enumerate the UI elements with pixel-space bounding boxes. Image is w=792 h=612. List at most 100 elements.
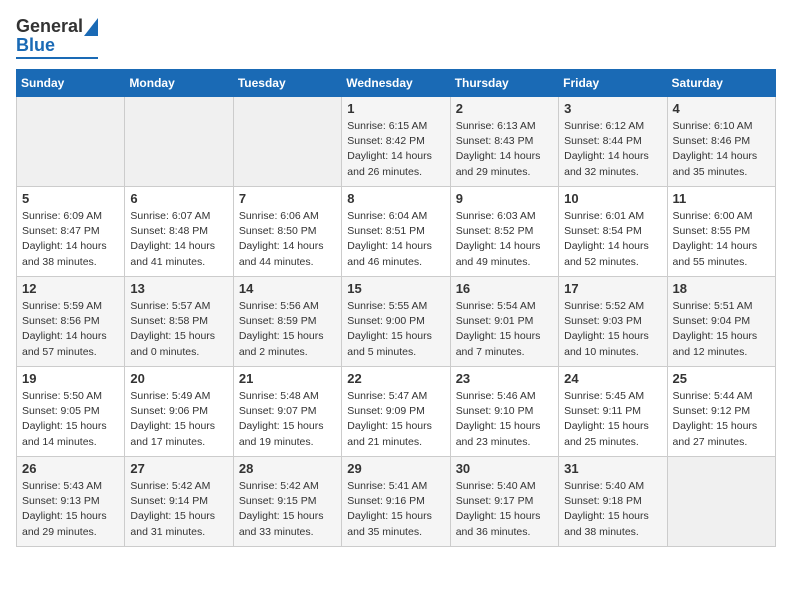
calendar-cell: 13Sunrise: 5:57 AMSunset: 8:58 PMDayligh…: [125, 277, 233, 367]
day-number: 11: [673, 191, 770, 206]
calendar-cell: 16 Sunrise: 5:54 AMSunset: 9:01 PMDayligh…: [450, 277, 558, 367]
logo-triangle-icon: [84, 18, 98, 36]
calendar-cell: 18 Sunrise: 5:51 AMSunset: 9:04 PMDayligh…: [667, 277, 775, 367]
day-info: Sunrise: 6:12 AMSunset: 8:44 PMDaylight:…: [564, 119, 661, 180]
day-info: Sunrise: 6:13 AMSunset: 8:43 PMDaylight:…: [456, 119, 553, 180]
calendar-cell: 17 Sunrise: 5:52 AMSunset: 9:03 PMDayligh…: [559, 277, 667, 367]
day-number: 17: [564, 281, 661, 296]
calendar-cell: 31 Sunrise: 5:40 AMSunset: 9:18 PMDayligh…: [559, 457, 667, 547]
calendar-header-tuesday: Tuesday: [233, 70, 341, 97]
day-info: Sunrise: 5:47 AMSunset: 9:09 PMDaylight:…: [347, 389, 444, 450]
day-info: Sunrise: 5:45 AMSunset: 9:11 PMDaylight:…: [564, 389, 661, 450]
day-info: Sunrise: 5:50 AMSunset: 9:05 PMDaylight:…: [22, 389, 119, 450]
day-number: 18: [673, 281, 770, 296]
day-info: Sunrise: 5:56 AMSunset: 8:59 PMDaylight:…: [239, 299, 336, 360]
day-info: Sunrise: 6:06 AMSunset: 8:50 PMDaylight:…: [239, 209, 336, 270]
calendar-cell: 23Sunrise: 5:46 AMSunset: 9:10 PMDayligh…: [450, 367, 558, 457]
day-number: 4: [673, 101, 770, 116]
day-number: 22: [347, 371, 444, 386]
day-info: Sunrise: 5:49 AMSunset: 9:06 PMDaylight:…: [130, 389, 227, 450]
calendar-cell: 29 Sunrise: 5:41 AMSunset: 9:16 PMDayligh…: [342, 457, 450, 547]
day-number: 16: [456, 281, 553, 296]
calendar-row: 26Sunrise: 5:43 AMSunset: 9:13 PMDayligh…: [17, 457, 776, 547]
day-number: 13: [130, 281, 227, 296]
calendar-cell: 1 Sunrise: 6:15 AMSunset: 8:42 PMDaylight…: [342, 97, 450, 187]
day-number: 29: [347, 461, 444, 476]
day-number: 24: [564, 371, 661, 386]
calendar-cell: 4 Sunrise: 6:10 AMSunset: 8:46 PMDaylight…: [667, 97, 775, 187]
calendar-cell: 5 Sunrise: 6:09 AMSunset: 8:47 PMDaylight…: [17, 187, 125, 277]
calendar-cell: 8Sunrise: 6:04 AMSunset: 8:51 PMDaylight…: [342, 187, 450, 277]
calendar-cell: [233, 97, 341, 187]
calendar-cell: 28 Sunrise: 5:42 AMSunset: 9:15 PMDayligh…: [233, 457, 341, 547]
day-info: Sunrise: 6:01 AMSunset: 8:54 PMDaylight:…: [564, 209, 661, 270]
calendar-header-wednesday: Wednesday: [342, 70, 450, 97]
calendar-cell: 20 Sunrise: 5:49 AMSunset: 9:06 PMDayligh…: [125, 367, 233, 457]
calendar-row: 5 Sunrise: 6:09 AMSunset: 8:47 PMDaylight…: [17, 187, 776, 277]
logo: General Blue: [16, 16, 98, 59]
day-number: 23: [456, 371, 553, 386]
day-info: Sunrise: 6:07 AMSunset: 8:48 PMDaylight:…: [130, 209, 227, 270]
calendar-table: SundayMondayTuesdayWednesdayThursdayFrid…: [16, 69, 776, 547]
day-number: 21: [239, 371, 336, 386]
day-number: 30: [456, 461, 553, 476]
day-number: 14: [239, 281, 336, 296]
calendar-cell: 11Sunrise: 6:00 AMSunset: 8:55 PMDayligh…: [667, 187, 775, 277]
day-number: 2: [456, 101, 553, 116]
calendar-cell: 15 Sunrise: 5:55 AMSunset: 9:00 PMDayligh…: [342, 277, 450, 367]
calendar-cell: 21 Sunrise: 5:48 AMSunset: 9:07 PMDayligh…: [233, 367, 341, 457]
day-number: 9: [456, 191, 553, 206]
calendar-cell: [667, 457, 775, 547]
day-info: Sunrise: 6:09 AMSunset: 8:47 PMDaylight:…: [22, 209, 119, 270]
day-number: 20: [130, 371, 227, 386]
calendar-header-row: SundayMondayTuesdayWednesdayThursdayFrid…: [17, 70, 776, 97]
calendar-cell: 19 Sunrise: 5:50 AMSunset: 9:05 PMDayligh…: [17, 367, 125, 457]
day-number: 31: [564, 461, 661, 476]
day-info: Sunrise: 5:40 AMSunset: 9:17 PMDaylight:…: [456, 479, 553, 540]
day-info: Sunrise: 5:44 AMSunset: 9:12 PMDaylight:…: [673, 389, 770, 450]
calendar-cell: 26Sunrise: 5:43 AMSunset: 9:13 PMDayligh…: [17, 457, 125, 547]
page-header: General Blue: [16, 16, 776, 59]
logo-separator: [16, 57, 98, 59]
day-info: Sunrise: 5:52 AMSunset: 9:03 PMDaylight:…: [564, 299, 661, 360]
day-number: 26: [22, 461, 119, 476]
day-number: 3: [564, 101, 661, 116]
calendar-cell: 6 Sunrise: 6:07 AMSunset: 8:48 PMDaylight…: [125, 187, 233, 277]
calendar-row: 1 Sunrise: 6:15 AMSunset: 8:42 PMDaylight…: [17, 97, 776, 187]
day-info: Sunrise: 5:41 AMSunset: 9:16 PMDaylight:…: [347, 479, 444, 540]
day-number: 27: [130, 461, 227, 476]
calendar-cell: 24 Sunrise: 5:45 AMSunset: 9:11 PMDayligh…: [559, 367, 667, 457]
calendar-header-friday: Friday: [559, 70, 667, 97]
day-info: Sunrise: 5:40 AMSunset: 9:18 PMDaylight:…: [564, 479, 661, 540]
calendar-cell: 7Sunrise: 6:06 AMSunset: 8:50 PMDaylight…: [233, 187, 341, 277]
calendar-cell: 30 Sunrise: 5:40 AMSunset: 9:17 PMDayligh…: [450, 457, 558, 547]
day-number: 10: [564, 191, 661, 206]
day-info: Sunrise: 5:42 AMSunset: 9:14 PMDaylight:…: [130, 479, 227, 540]
calendar-cell: 12Sunrise: 5:59 AMSunset: 8:56 PMDayligh…: [17, 277, 125, 367]
day-info: Sunrise: 6:04 AMSunset: 8:51 PMDaylight:…: [347, 209, 444, 270]
day-info: Sunrise: 6:10 AMSunset: 8:46 PMDaylight:…: [673, 119, 770, 180]
calendar-cell: 9 Sunrise: 6:03 AMSunset: 8:52 PMDaylight…: [450, 187, 558, 277]
logo-general-text: General: [16, 16, 83, 37]
day-number: 5: [22, 191, 119, 206]
day-info: Sunrise: 6:15 AMSunset: 8:42 PMDaylight:…: [347, 119, 444, 180]
calendar-cell: 2 Sunrise: 6:13 AMSunset: 8:43 PMDaylight…: [450, 97, 558, 187]
calendar-cell: 3 Sunrise: 6:12 AMSunset: 8:44 PMDaylight…: [559, 97, 667, 187]
day-number: 12: [22, 281, 119, 296]
day-info: Sunrise: 5:42 AMSunset: 9:15 PMDaylight:…: [239, 479, 336, 540]
day-info: Sunrise: 6:03 AMSunset: 8:52 PMDaylight:…: [456, 209, 553, 270]
day-number: 15: [347, 281, 444, 296]
day-info: Sunrise: 5:54 AMSunset: 9:01 PMDaylight:…: [456, 299, 553, 360]
day-number: 1: [347, 101, 444, 116]
calendar-cell: 10 Sunrise: 6:01 AMSunset: 8:54 PMDayligh…: [559, 187, 667, 277]
calendar-header-monday: Monday: [125, 70, 233, 97]
calendar-header-sunday: Sunday: [17, 70, 125, 97]
calendar-header-saturday: Saturday: [667, 70, 775, 97]
day-info: Sunrise: 5:55 AMSunset: 9:00 PMDaylight:…: [347, 299, 444, 360]
day-number: 28: [239, 461, 336, 476]
calendar-cell: [17, 97, 125, 187]
day-number: 19: [22, 371, 119, 386]
day-number: 6: [130, 191, 227, 206]
day-info: Sunrise: 5:48 AMSunset: 9:07 PMDaylight:…: [239, 389, 336, 450]
day-info: Sunrise: 5:51 AMSunset: 9:04 PMDaylight:…: [673, 299, 770, 360]
